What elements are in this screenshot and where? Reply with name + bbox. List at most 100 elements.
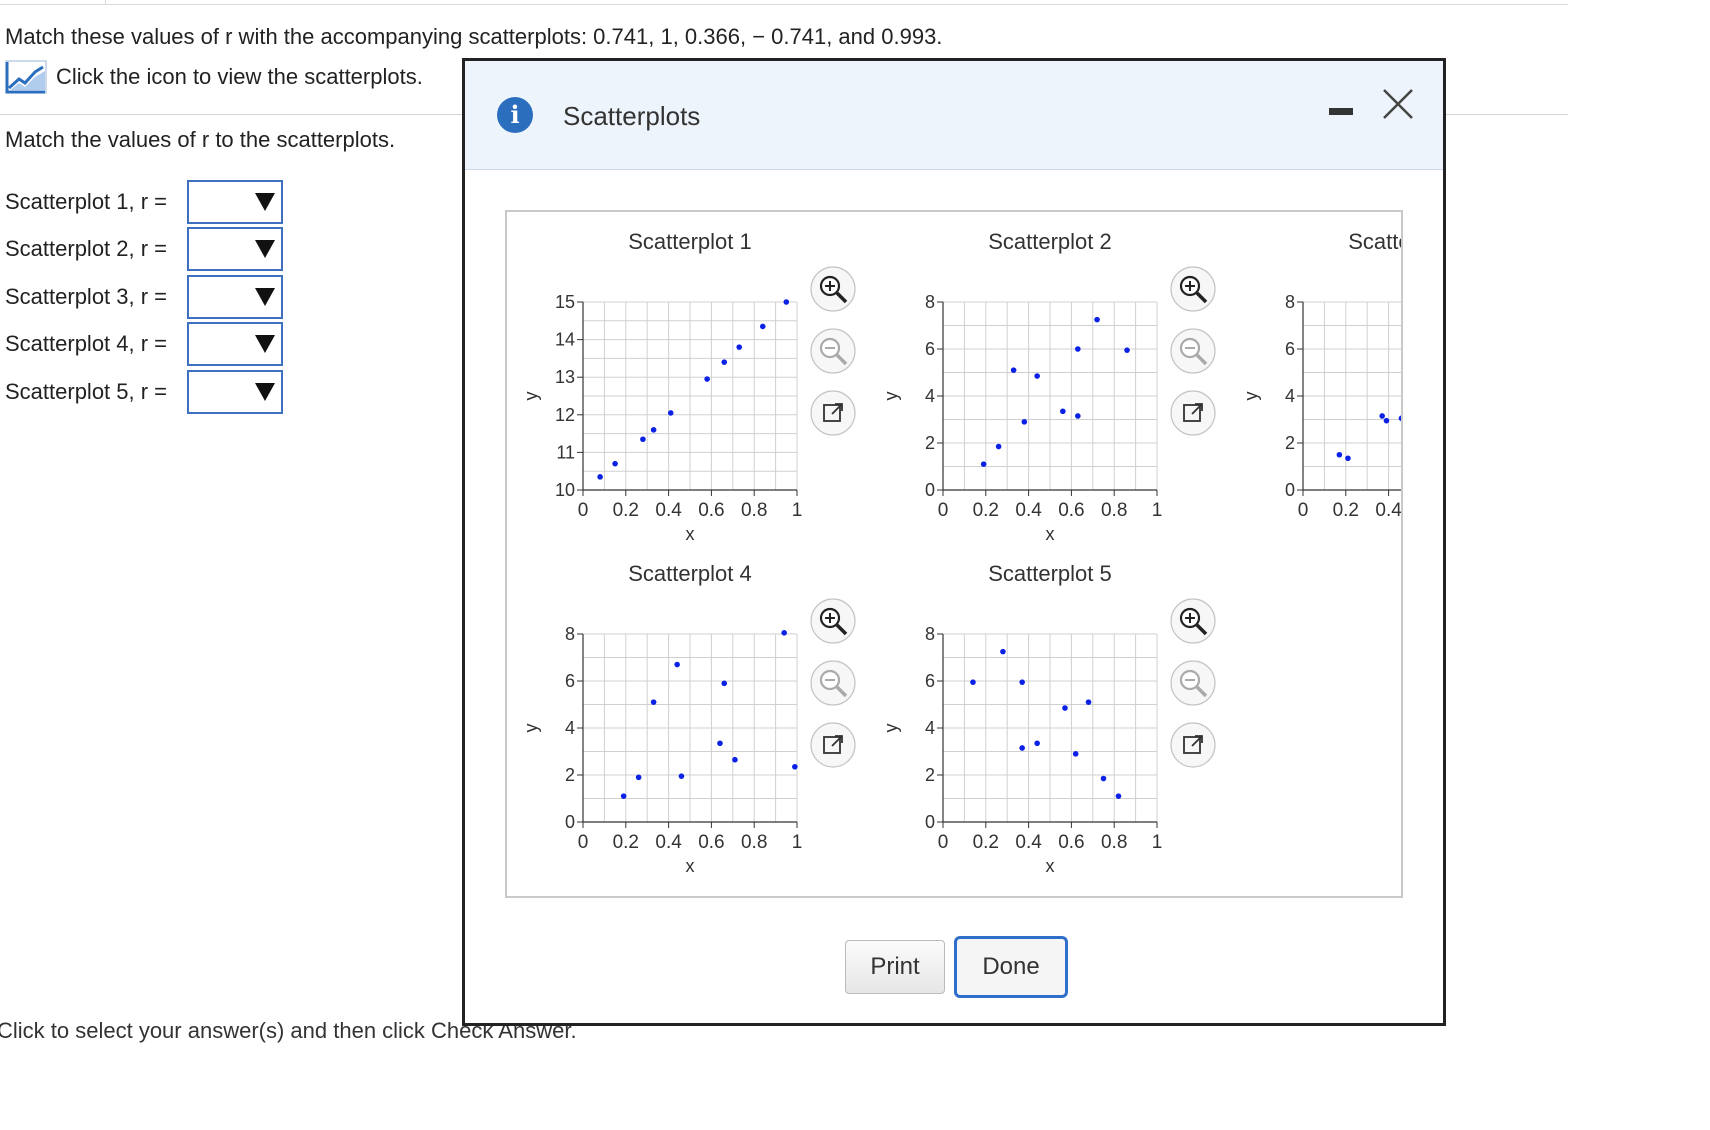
data-point [597, 474, 603, 480]
y-axis-label: y [521, 392, 541, 401]
popout-button[interactable] [1170, 722, 1216, 768]
y-tick-label: 2 [925, 765, 935, 785]
zoom-out-button[interactable] [810, 660, 856, 706]
plot-title: Scatterplot 5 [988, 561, 1112, 586]
zoom-in-button[interactable] [810, 598, 856, 644]
print-button[interactable]: Print [845, 940, 945, 994]
y-axis-label: y [1241, 392, 1261, 401]
scatterplot-cell-3: Scatterplot 300.20.40.60.8102468xy [1227, 212, 1401, 552]
y-tick-label: 0 [565, 812, 575, 832]
data-point [1019, 745, 1025, 751]
answer-dropdown-5[interactable] [187, 370, 283, 414]
scatterplot-3: Scatterplot 300.20.40.60.8102468xy [1241, 229, 1401, 521]
x-tick-label: 0.8 [741, 500, 767, 521]
dialog-title: Scatterplots [563, 101, 701, 131]
chart-icon[interactable] [5, 60, 47, 94]
close-button[interactable] [1381, 87, 1415, 121]
dialog-header: i Scatterplots [465, 61, 1443, 170]
instruction-text: Match the values of r to the scatterplot… [5, 127, 396, 152]
x-tick-label: 0 [938, 832, 949, 853]
scatterplot-cell-1: Scatterplot 1 0 0.2 0.4 0.6 0.8 1 10 11 12 13 14 15 x… [507, 212, 867, 552]
x-tick-label: 1 [1152, 832, 1163, 853]
data-point [640, 436, 646, 443]
data-point [970, 679, 976, 685]
data-point [1336, 451, 1343, 458]
plot-grid [942, 633, 1158, 823]
zoom-out-button[interactable] [1170, 660, 1216, 706]
x-tick-label: 1 [1152, 500, 1163, 521]
answer-dropdown-2[interactable] [187, 227, 283, 271]
y-tick-label: 4 [925, 718, 935, 738]
y-tick-label: 8 [925, 624, 935, 644]
y-axis-label: y [881, 724, 901, 733]
y-axis-label: y [521, 724, 541, 733]
minimize-button[interactable] [1327, 101, 1355, 125]
y-tick-label: 4 [565, 718, 575, 738]
popout-button[interactable] [1170, 390, 1216, 436]
plot-grid [942, 301, 1158, 491]
y-tick-label: 15 [555, 292, 575, 312]
zoom-in-button[interactable] [1170, 266, 1216, 312]
y-tick-label: 2 [1285, 433, 1295, 453]
data-point [995, 443, 1002, 450]
data-point [717, 740, 723, 747]
answer-label: Scatterplot 2, r = [5, 236, 168, 261]
x-tick-label: 0.4 [1015, 500, 1042, 521]
scatterplot-4: Scatterplot 4 0 0.2 0.4 0.6 0.8 1 0 2 4 6 8 x y [521, 561, 856, 876]
dropdown-arrow-icon[interactable] [255, 288, 275, 306]
y-tick-label: 4 [1285, 386, 1295, 406]
zoom-in-button[interactable] [1170, 598, 1216, 644]
view-scatterplots-text[interactable]: Click the icon to view the scatterplots. [56, 64, 423, 90]
data-point [678, 773, 685, 779]
data-point [1075, 346, 1081, 352]
x-tick-label: 0.6 [1058, 500, 1084, 521]
data-point [980, 461, 987, 467]
x-tick-label: 0 [578, 500, 589, 521]
done-button[interactable]: Done [954, 936, 1068, 998]
scatterplot-cell-5: Scatterplot 5 0 0.2 0.4 0.6 0.8 1 0 2 4 6 8 x y [867, 544, 1227, 884]
top-divider [0, 4, 1568, 5]
dropdown-arrow-icon[interactable] [255, 240, 275, 258]
data-point [1021, 419, 1028, 425]
data-point [1379, 413, 1385, 419]
plot-title: Scatterplot 4 [628, 561, 752, 586]
y-tick-label: 4 [925, 386, 935, 406]
answer-dropdown-1[interactable] [187, 180, 283, 224]
x-tick-label: 0.6 [698, 500, 724, 521]
popout-button[interactable] [810, 722, 856, 768]
scatterplot-cell-2: Scatterplot 2 0 0.2 0.4 0.6 0.8 1 0 2 4 6 8 x y [867, 212, 1227, 552]
y-tick-label: 6 [925, 671, 935, 691]
answer-label: Scatterplot 3, r = [5, 284, 168, 309]
data-point [704, 376, 710, 382]
answer-label: Scatterplot 5, r = [5, 379, 168, 404]
y-tick-label: 8 [565, 624, 575, 644]
y-tick-label: 6 [565, 671, 575, 691]
data-point [650, 427, 657, 433]
answer-dropdown-3[interactable] [187, 275, 283, 319]
zoom-out-button[interactable] [810, 328, 856, 374]
x-tick-label: 0.8 [1101, 832, 1127, 853]
data-point [1019, 679, 1025, 685]
scatterplot-1: Scatterplot 1 0 0.2 0.4 0.6 0.8 1 10 11 12 13 14 15 x… [521, 229, 856, 544]
dropdown-arrow-icon[interactable] [255, 383, 275, 401]
data-point [1345, 455, 1351, 462]
view-scatterplots-link[interactable]: Click the icon to view the scatterplots. [5, 60, 423, 94]
popout-button[interactable] [810, 390, 856, 436]
x-tick-label: 0.4 [655, 832, 682, 853]
data-point [667, 410, 674, 416]
answer-row-3: Scatterplot 3, r = [5, 275, 283, 319]
y-axis-label: y [881, 392, 901, 401]
y-tick-label: 6 [1285, 339, 1295, 359]
dropdown-arrow-icon[interactable] [255, 193, 275, 211]
dropdown-arrow-icon[interactable] [255, 335, 275, 353]
x-tick-label: 0.6 [1058, 832, 1084, 853]
y-tick-label: 0 [925, 812, 935, 832]
close-icon [1383, 89, 1413, 119]
answer-dropdown-4[interactable] [187, 322, 283, 366]
zoom-in-button[interactable] [810, 266, 856, 312]
y-tick-label: 14 [555, 330, 575, 350]
data-point [1034, 740, 1040, 747]
data-point [1383, 417, 1390, 424]
zoom-out-button[interactable] [1170, 328, 1216, 374]
y-tick-label: 11 [556, 442, 575, 462]
